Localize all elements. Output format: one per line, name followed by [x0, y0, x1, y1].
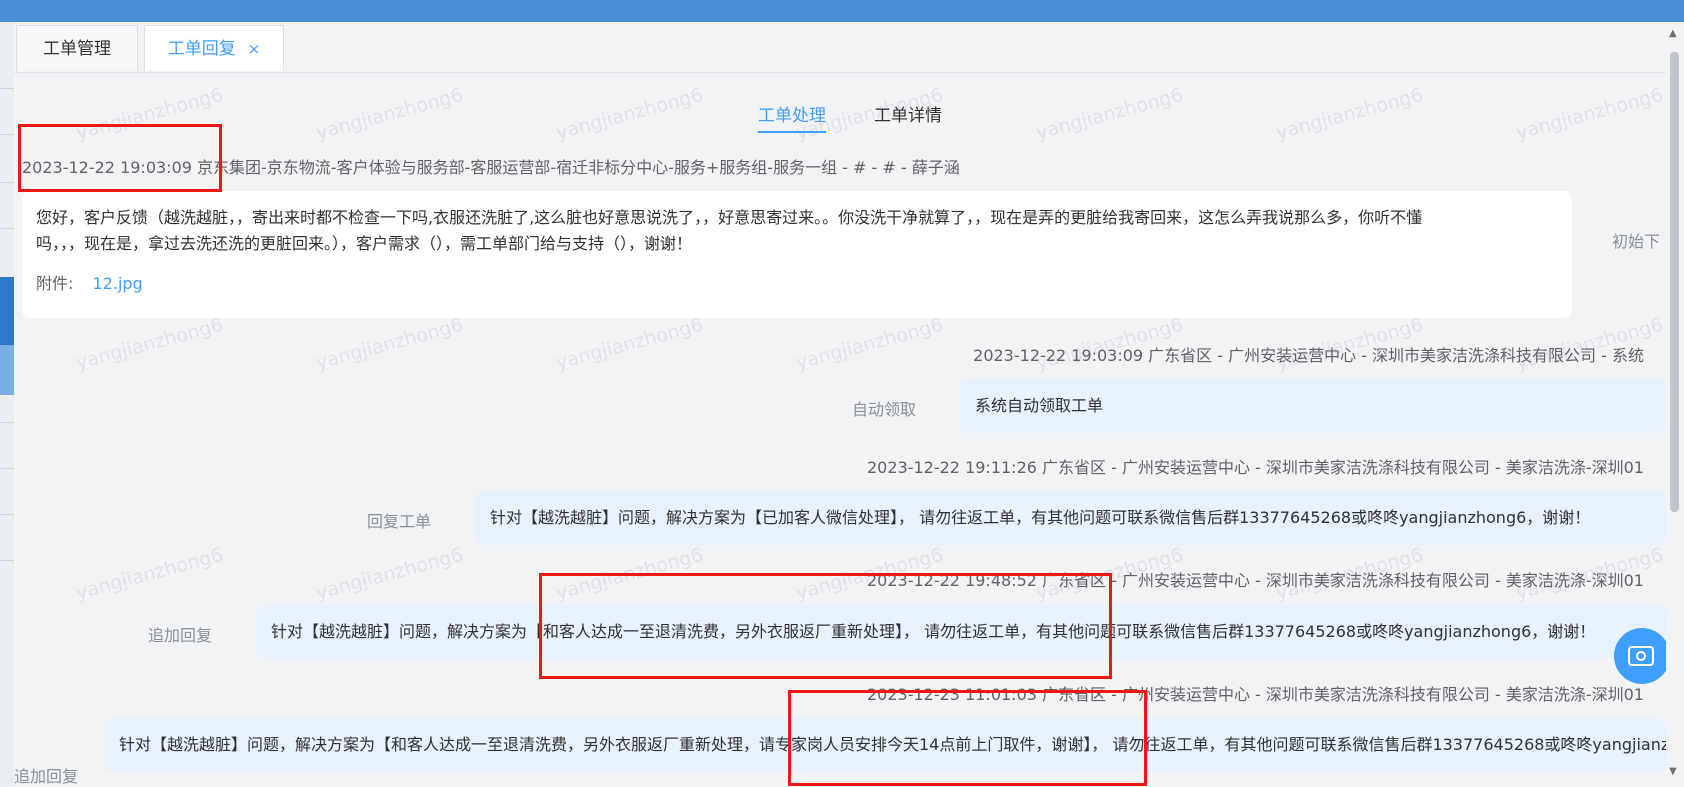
watermark: yangjianzhong6	[1033, 83, 1186, 145]
watermark: yangjianzhong6	[313, 313, 466, 375]
nav-divider	[0, 468, 14, 469]
annotation-box	[539, 573, 1112, 679]
active-tab-underline	[758, 131, 826, 133]
watermark: yangjianzhong6	[313, 543, 466, 605]
scroll-down-icon[interactable]: ▼	[1669, 766, 1677, 777]
nav-item-highlight[interactable]	[0, 345, 14, 395]
subtab-label: 工单处理	[758, 106, 826, 126]
tab-label: 工单回复	[167, 39, 236, 59]
reply-action-label: 回复工单	[367, 512, 432, 531]
annotation-box	[18, 124, 222, 192]
watermark: yangjianzhong6	[73, 543, 226, 605]
scrollbar-thumb[interactable]	[1670, 52, 1679, 512]
nav-item-active[interactable]	[0, 277, 14, 345]
watermark: yangjianzhong6	[1513, 83, 1666, 145]
reply-meta: 2023-12-22 19:11:26 广东省区 - 广州安装运营中心 - 深圳…	[867, 458, 1644, 477]
nav-divider	[0, 134, 14, 135]
subtab-ticket-details[interactable]: 工单详情	[874, 101, 942, 126]
subtab-ticket-processing[interactable]: 工单处理	[758, 101, 826, 133]
left-nav-strip	[0, 22, 14, 786]
nav-divider	[0, 88, 14, 89]
watermark: yangjianzhong6	[313, 83, 466, 145]
main-content: 工单处理 工单详情 yangjianzhong6 yangjianzhong6 …	[14, 73, 1666, 786]
attachment-link[interactable]: 12.jpg	[93, 274, 143, 293]
status-label: 初始下	[1612, 232, 1661, 251]
reply-action-label: 追加回复	[14, 767, 79, 786]
message-text-line: 您好，客户反馈（越洗越脏，，寄出来时都不检查一下吗,衣服还洗脏了,这么脏也好意思…	[36, 208, 1423, 227]
annotation-box	[788, 690, 1147, 786]
message-card: 您好，客户反馈（越洗越脏，，寄出来时都不检查一下吗,衣服还洗脏了,这么脏也好意思…	[22, 191, 1572, 318]
nav-divider	[0, 228, 14, 229]
reply-bubble: 针对【越洗越脏】问题，解决方案为【已加客人微信处理】， 请勿往返工单，有其他问题…	[475, 491, 1666, 545]
scroll-up-icon[interactable]: ▲	[1669, 28, 1677, 39]
attachment-label: 附件:	[36, 274, 74, 293]
nav-divider	[0, 182, 14, 183]
subtab-label: 工单详情	[874, 106, 942, 126]
watermark: yangjianzhong6	[793, 313, 946, 375]
tab-ticket-management[interactable]: 工单管理	[16, 25, 138, 71]
nav-divider	[0, 560, 14, 561]
tab-bar: 工单管理 工单回复 ×	[14, 22, 1666, 73]
reply-action-label: 追加回复	[148, 626, 213, 645]
camera-icon	[1628, 646, 1654, 666]
tab-ticket-reply[interactable]: 工单回复 ×	[144, 25, 284, 71]
scrollbar[interactable]: ▲ ▼	[1666, 22, 1684, 786]
reply-meta: 2023-12-22 19:03:09 广东省区 - 广州安装运营中心 - 深圳…	[973, 346, 1644, 365]
reply-bubble: 系统自动领取工单	[960, 379, 1666, 433]
nav-divider	[0, 422, 14, 423]
tab-label: 工单管理	[43, 39, 111, 59]
attachment-row: 附件: 12.jpg	[36, 271, 1558, 297]
camera-button[interactable]	[1614, 628, 1670, 684]
watermark: yangjianzhong6	[1273, 83, 1426, 145]
watermark: yangjianzhong6	[553, 83, 706, 145]
message-text-line: 吗，，，现在是，拿过去洗还洗的更脏回来。），客户需求（），需工单部门给与支持（）…	[36, 234, 693, 253]
watermark: yangjianzhong6	[73, 313, 226, 375]
top-bar	[0, 0, 1684, 22]
watermark: yangjianzhong6	[553, 313, 706, 375]
reply-action-label: 自动领取	[852, 400, 917, 419]
close-icon[interactable]: ×	[248, 40, 261, 58]
nav-divider	[0, 514, 14, 515]
